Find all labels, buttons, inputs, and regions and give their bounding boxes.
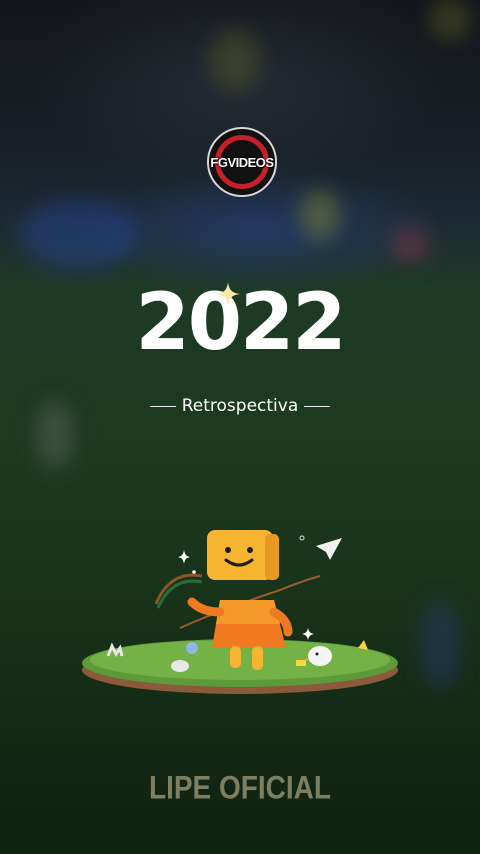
year-title: 2022 xyxy=(135,278,346,368)
mascot-illustration xyxy=(82,530,398,694)
divider xyxy=(304,405,331,407)
logo-text: FGVIDEOS xyxy=(210,154,274,170)
background-blur xyxy=(300,190,340,240)
background-blur xyxy=(390,225,430,265)
background-blur xyxy=(210,30,260,90)
background-blur xyxy=(20,200,140,270)
divider xyxy=(149,405,176,407)
sparkle-icon xyxy=(216,282,240,306)
background-blur xyxy=(420,600,460,690)
background-blur xyxy=(430,0,470,40)
credit-watermark: LIPE OFICIAL xyxy=(149,769,331,806)
subtitle-row: Retrospectiva xyxy=(0,396,480,416)
story-screen: FGVIDEOS 2022 Retrospectiva LIPE OFICIAL xyxy=(0,0,480,854)
channel-logo: FGVIDEOS xyxy=(207,127,277,197)
subtitle: Retrospectiva xyxy=(181,396,299,416)
